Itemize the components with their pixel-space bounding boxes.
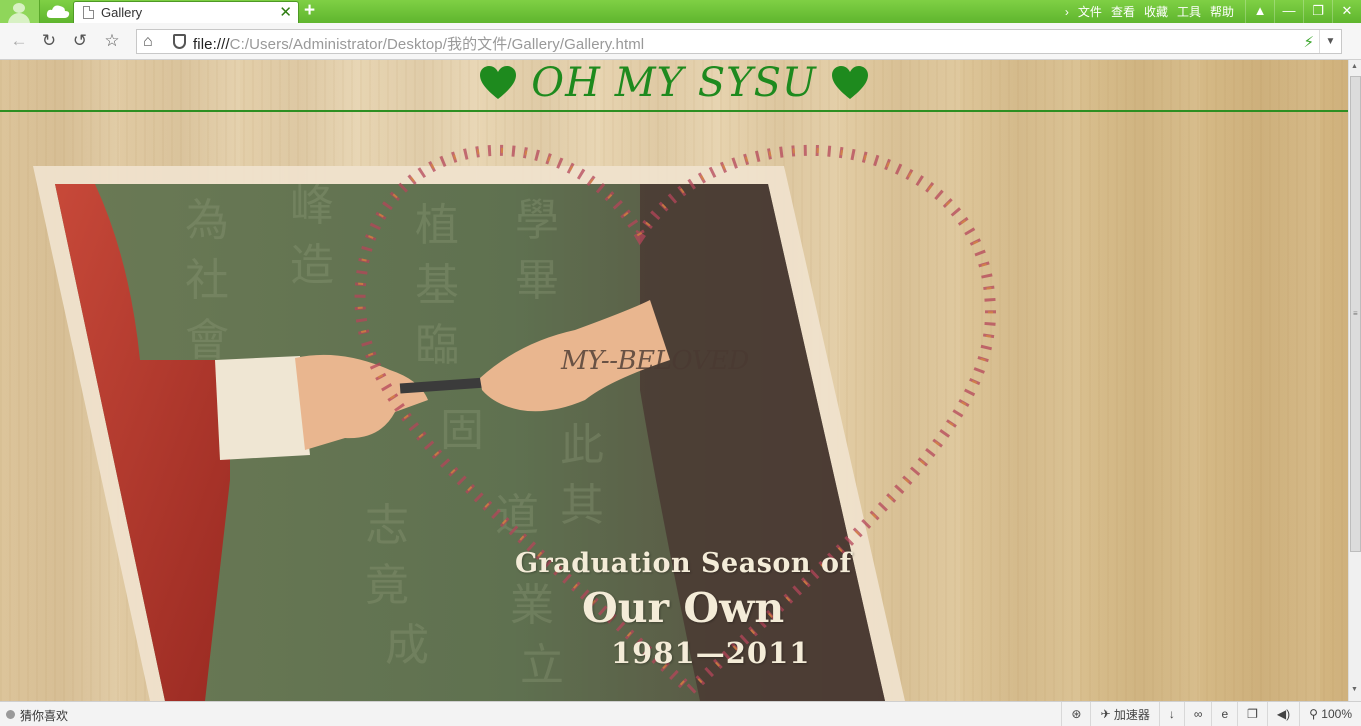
menu-chevron-icon[interactable]: › <box>1065 5 1069 19</box>
avatar-head <box>13 3 25 13</box>
shield-icon[interactable] <box>173 34 186 49</box>
rocket-icon: ✈ <box>1100 707 1111 721</box>
svg-text:植: 植 <box>415 200 459 251</box>
new-tab-button[interactable]: + <box>304 0 315 22</box>
scroll-up-arrow-icon[interactable]: ▲ <box>1351 63 1358 70</box>
status-dot-icon <box>6 710 15 719</box>
vertical-scrollbar[interactable]: ▲ ≡ ▼ <box>1348 60 1361 701</box>
cloud-icon[interactable] <box>46 4 70 19</box>
svg-text:臨: 臨 <box>415 320 459 371</box>
svg-text:立: 立 <box>520 640 564 691</box>
zoom-level: 100% <box>1321 707 1352 721</box>
page-viewport: 為社會 峰造 植基臨固 學畢 此其 志竟成 道業立 OH MY SYSU MY-… <box>0 60 1348 701</box>
svg-text:業: 業 <box>510 580 554 631</box>
svg-text:畢: 畢 <box>515 255 559 306</box>
svg-text:為: 為 <box>185 195 229 246</box>
svg-text:其: 其 <box>560 480 604 531</box>
accelerator-label: 加速器 <box>1113 707 1150 722</box>
menu-view[interactable]: 查看 <box>1111 3 1135 20</box>
status-bar: 猜你喜欢 ⊛ ✈ 加速器 ↓ ∞ e ❐ ◀) ⚲ 100% <box>0 701 1361 726</box>
undo-icon[interactable]: ↺ <box>69 31 91 53</box>
svg-text:造: 造 <box>290 240 334 291</box>
svg-text:此: 此 <box>560 420 604 471</box>
grip-icon: ≡ <box>1353 309 1358 318</box>
window-close-icon[interactable]: ✕ <box>1332 0 1361 23</box>
svg-text:成: 成 <box>385 620 429 671</box>
photo-caption: MY--BELOVED <box>561 346 749 376</box>
tab-title: Gallery <box>101 5 143 20</box>
svg-text:會: 會 <box>185 315 229 366</box>
site-title: OH MY SYSU <box>531 60 817 106</box>
page-icon <box>83 6 94 19</box>
window-mode-icon[interactable]: ❐ <box>1237 702 1267 726</box>
minimize-icon[interactable]: — <box>1274 0 1303 23</box>
download-icon[interactable]: ↓ <box>1158 702 1184 726</box>
svg-text:峰: 峰 <box>290 180 334 231</box>
graduation-line-1: Graduation Season of <box>515 548 852 579</box>
menu-help[interactable]: 帮助 <box>1210 3 1234 20</box>
refresh-icon[interactable]: ↻ <box>38 31 60 53</box>
page-header: OH MY SYSU <box>0 60 1348 110</box>
star-icon[interactable]: ☆ <box>101 31 123 53</box>
svg-text:基: 基 <box>415 260 459 311</box>
header-divider <box>0 110 1348 112</box>
user-avatar[interactable] <box>0 0 40 25</box>
graduation-years: 1981—2011 <box>611 636 811 670</box>
ie-mode-icon[interactable]: e <box>1211 702 1237 726</box>
tab-close-icon[interactable]: ✕ <box>279 3 292 21</box>
heart-icon <box>832 66 869 99</box>
shield-status-icon[interactable]: ⊛ <box>1061 702 1090 726</box>
back-arrow-icon[interactable]: ← <box>8 31 30 53</box>
menu-favorites[interactable]: 收藏 <box>1144 3 1168 20</box>
top-menu: › 文件 查看 收藏 工具 帮助 <box>1056 0 1234 23</box>
home-icon[interactable]: ⌂ <box>143 33 153 51</box>
svg-text:志: 志 <box>365 500 409 551</box>
svg-text:竟: 竟 <box>365 560 409 611</box>
svg-text:固: 固 <box>440 405 484 456</box>
menu-file[interactable]: 文件 <box>1078 3 1102 20</box>
graduation-line-2: Our Own <box>582 584 785 632</box>
zoom-control[interactable]: ⚲ 100% <box>1299 702 1361 726</box>
tab-gallery[interactable]: Gallery ✕ <box>73 1 299 23</box>
magnifier-icon: ⚲ <box>1309 707 1318 721</box>
navigation-bar: ← ↻ ↺ ☆ ⌂ file:///C:/Users/Administrator… <box>0 23 1361 60</box>
glasses-icon[interactable]: ∞ <box>1183 702 1212 726</box>
tab-strip: Gallery ✕ + › 文件 查看 收藏 工具 帮助 ▲ — ❐ ✕ <box>0 0 1361 25</box>
svg-text:道: 道 <box>495 490 539 541</box>
heart-icon <box>479 66 516 99</box>
svg-text:社: 社 <box>185 255 229 306</box>
url-text[interactable]: file:///C:/Users/Administrator/Desktop/我… <box>193 33 644 54</box>
accelerator-button[interactable]: ✈ 加速器 <box>1090 702 1158 726</box>
restore-icon[interactable]: ❐ <box>1303 0 1332 23</box>
skin-icon[interactable]: ▲ <box>1245 0 1274 23</box>
window-controls: ▲ — ❐ ✕ <box>1245 0 1361 23</box>
recommendations-link[interactable]: 猜你喜欢 <box>20 707 68 724</box>
dropdown-arrow-icon[interactable]: ▼ <box>1319 30 1341 53</box>
address-bar[interactable]: ⌂ file:///C:/Users/Administrator/Desktop… <box>136 29 1342 54</box>
scroll-down-arrow-icon[interactable]: ▼ <box>1351 686 1358 693</box>
menu-tools[interactable]: 工具 <box>1177 3 1201 20</box>
speed-bolt-icon[interactable]: ⚡ <box>1303 33 1314 51</box>
scroll-thumb[interactable]: ≡ <box>1350 76 1361 552</box>
volume-icon[interactable]: ◀) <box>1266 702 1299 726</box>
status-tools: ⊛ ✈ 加速器 ↓ ∞ e ❐ ◀) ⚲ 100% <box>1061 702 1361 726</box>
svg-text:學: 學 <box>515 195 559 246</box>
